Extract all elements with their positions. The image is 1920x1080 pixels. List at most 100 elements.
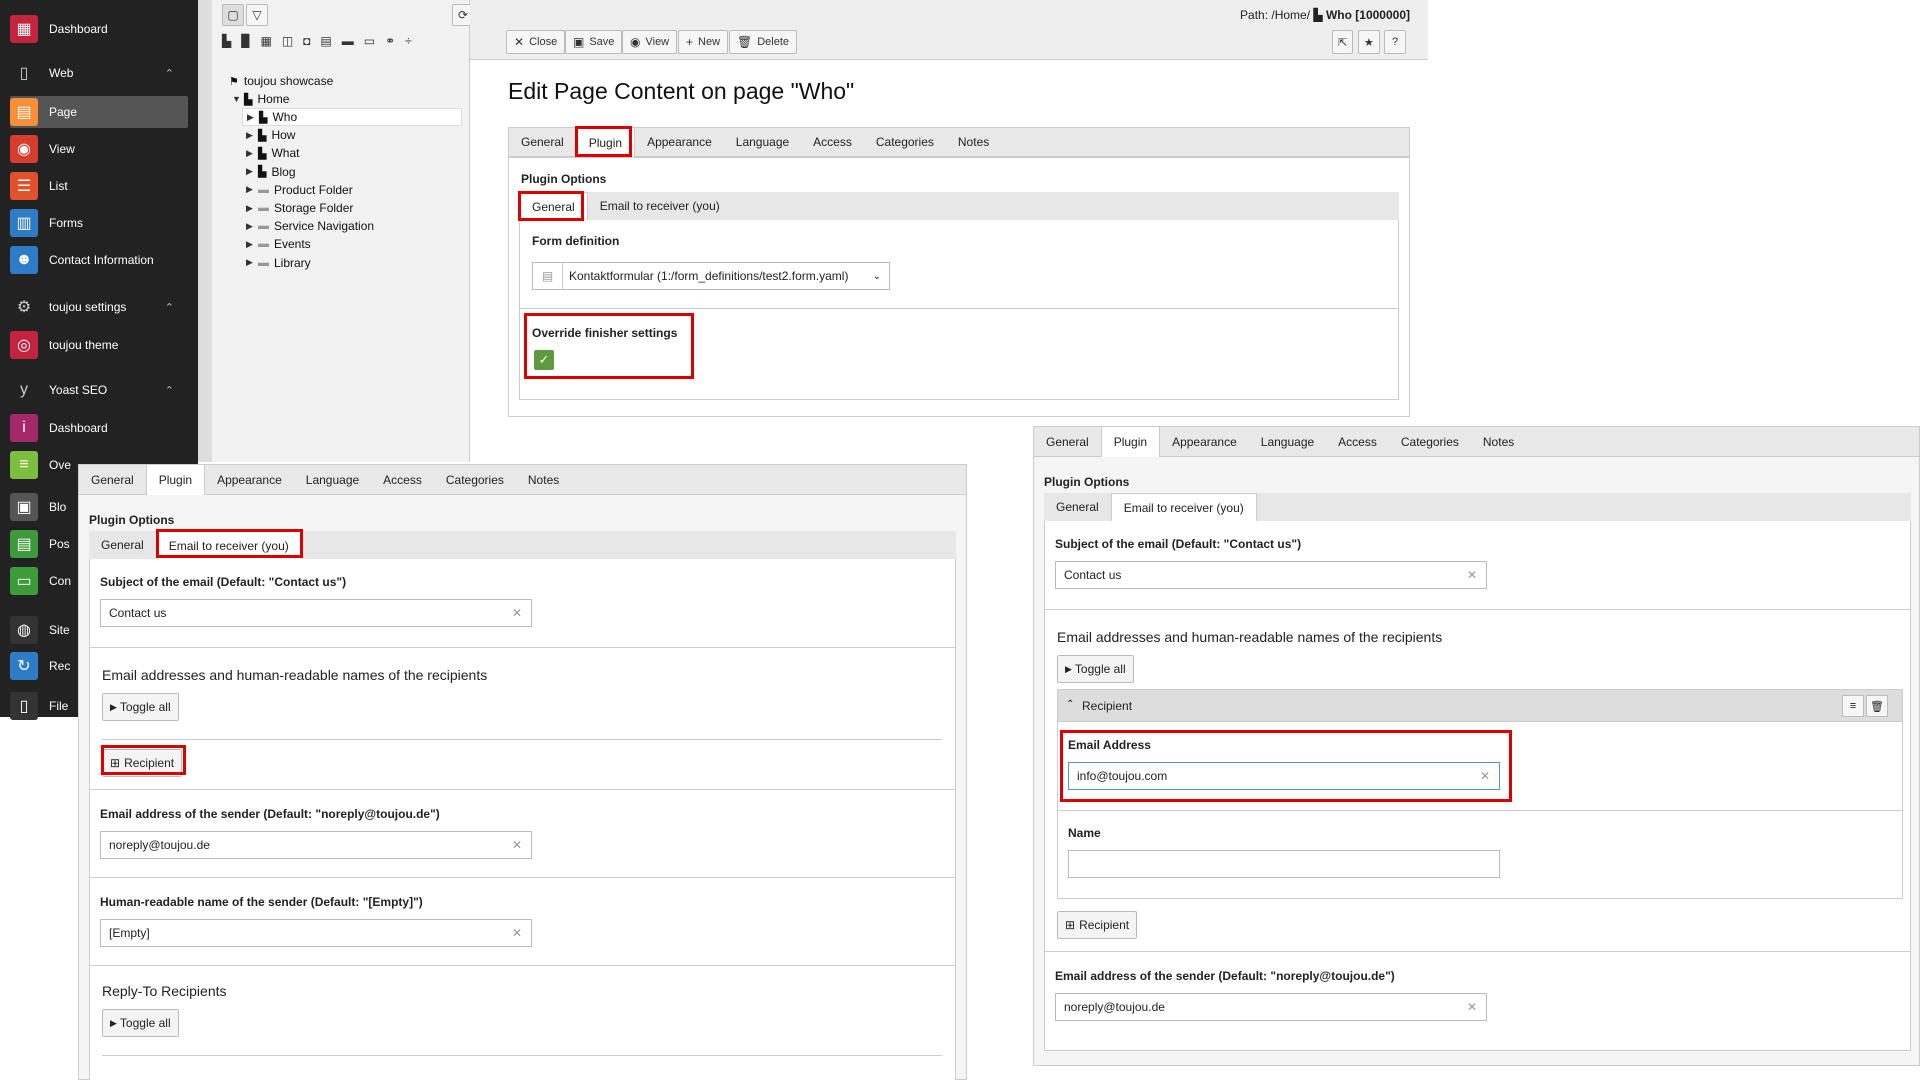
tab-categories[interactable]: Categories [434, 465, 516, 494]
tree-root[interactable]: ⚑ toujou showcase [229, 72, 333, 90]
tab-notes[interactable]: Notes [1471, 427, 1526, 456]
collapsed-icon[interactable]: ▶ [246, 130, 258, 141]
sidebar-item-4[interactable]: ☰ List [10, 170, 188, 202]
collapsed-icon[interactable]: ▶ [246, 184, 258, 195]
toggle-all-button[interactable]: ▶ Toggle all [1057, 655, 1134, 683]
drag-handle-icon[interactable]: ≡ [1842, 695, 1864, 717]
collapsed-icon[interactable]: ▶ [246, 203, 258, 214]
clear-icon[interactable]: ✕ [512, 838, 522, 852]
collapsed-icon[interactable]: ▶ [246, 166, 258, 177]
tab-access[interactable]: Access [801, 128, 864, 156]
tree-node[interactable]: ▶ ▬ Library [246, 254, 311, 272]
tab-categories[interactable]: Categories [864, 128, 946, 156]
chevron-up-icon[interactable]: ⌃ [165, 301, 174, 314]
tab-notes[interactable]: Notes [516, 465, 571, 494]
email-address-input[interactable]: info@toujou.com ✕ [1068, 762, 1500, 790]
spacer-type-icon[interactable]: ◘ [303, 34, 310, 48]
override-finisher-checkbox[interactable]: ✓ [534, 350, 554, 370]
tab-access[interactable]: Access [371, 465, 434, 494]
tab-plugin[interactable]: Plugin [145, 465, 206, 495]
save-button[interactable]: ▣ Save [565, 30, 623, 54]
subtab-general[interactable]: General [89, 531, 156, 559]
tab-language[interactable]: Language [294, 465, 371, 494]
subtab-general[interactable]: General [1044, 493, 1111, 521]
sidebar-item-1[interactable]: ▯ Web ⌃ [10, 59, 188, 87]
collapsed-icon[interactable]: ▶ [247, 112, 259, 123]
tab-notes[interactable]: Notes [946, 128, 1001, 156]
tab-general[interactable]: General [509, 128, 576, 156]
delete-button[interactable]: 🗑 Delete [729, 30, 798, 54]
sidebar-item-7[interactable]: ⚙ toujou settings ⌃ [10, 293, 188, 321]
clear-icon[interactable]: ✕ [1467, 568, 1477, 582]
page-type-icon[interactable]: ▙ [222, 34, 231, 48]
sidebar-item-8[interactable]: ◎ toujou theme [10, 329, 188, 361]
add-recipient-button[interactable]: ⊞ Recipient [102, 749, 183, 777]
tree-node[interactable]: ▶ ▙ Blog [246, 163, 296, 181]
new-button[interactable]: + New [678, 30, 729, 54]
tab-access[interactable]: Access [1326, 427, 1389, 456]
sidebar-item-3[interactable]: ◉ View [10, 133, 188, 165]
tab-plugin[interactable]: Plugin [575, 128, 636, 157]
bookmark-button[interactable]: ★ [1358, 30, 1380, 54]
link-icon[interactable]: ⚭ [385, 34, 395, 48]
filter-icon[interactable]: ▽ [246, 4, 268, 26]
name-input[interactable] [1068, 850, 1500, 878]
link-page-icon[interactable]: ▤ [320, 34, 331, 48]
divider-icon[interactable]: ÷ [405, 34, 412, 48]
subject-input[interactable]: Contact us ✕ [1055, 561, 1487, 589]
open-new-window-button[interactable]: ⇱ [1332, 30, 1354, 54]
subtab-email-receiver[interactable]: Email to receiver (you) [1110, 493, 1257, 521]
clear-icon[interactable]: ✕ [512, 606, 522, 620]
sender-name-input[interactable]: [Empty] ✕ [100, 919, 532, 947]
recipient-header[interactable]: ⌃ Recipient ≡ 🗑 [1058, 690, 1902, 722]
sidebar-item-10[interactable]: i Dashboard [10, 412, 188, 444]
chevron-up-icon[interactable]: ⌃ [165, 67, 174, 80]
collapsed-icon[interactable]: ▶ [246, 257, 258, 268]
collapsed-icon[interactable]: ▶ [246, 221, 258, 232]
tree-node[interactable]: ▶ ▙ How [246, 126, 295, 144]
chevron-up-icon[interactable]: ⌃ [165, 384, 174, 397]
tab-general[interactable]: General [79, 465, 146, 494]
clear-icon[interactable]: ✕ [1480, 769, 1490, 783]
collapsed-icon[interactable]: ▶ [246, 239, 258, 250]
doc-type-icon[interactable]: ▉ [241, 34, 250, 48]
sender-email-input[interactable]: noreply@toujou.de ✕ [100, 831, 532, 859]
subtab-email-receiver[interactable]: Email to receiver (you) [155, 531, 302, 559]
subtab-email-receiver[interactable]: Email to receiver (you) [588, 192, 732, 220]
expanded-icon[interactable]: ▼ [232, 94, 244, 104]
tree-node[interactable]: ▶ ▬ Events [246, 235, 311, 253]
tree-node[interactable]: ▶ ▬ Service Navigation [246, 217, 374, 235]
tab-appearance[interactable]: Appearance [635, 128, 724, 156]
tree-node[interactable]: ▶ ▙ What [246, 144, 299, 162]
tab-general[interactable]: General [1034, 427, 1101, 456]
tab-language[interactable]: Language [724, 128, 801, 156]
collapsed-icon[interactable]: ▶ [246, 148, 258, 159]
tab-categories[interactable]: Categories [1389, 427, 1471, 456]
tab-appearance[interactable]: Appearance [205, 465, 294, 494]
tree-node[interactable]: ▶ ▙ Who [242, 108, 462, 126]
trash-icon[interactable]: 🗑 [1866, 695, 1888, 717]
sidebar-item-5[interactable]: ▥ Forms [10, 207, 188, 239]
clear-icon[interactable]: ✕ [512, 926, 522, 940]
clear-icon[interactable]: ✕ [1467, 1000, 1477, 1014]
chevron-up-icon[interactable]: ⌃ [1066, 699, 1074, 710]
sender-email-input[interactable]: noreply@toujou.de ✕ [1055, 993, 1487, 1021]
view-button[interactable]: ◉ View [622, 30, 678, 54]
subject-input[interactable]: Contact us ✕ [100, 599, 532, 627]
sidebar-item-2[interactable]: ▤ Page [10, 96, 188, 128]
recycler-type-icon[interactable]: ▭ [364, 34, 375, 48]
sidebar-item-9[interactable]: y Yoast SEO ⌃ [10, 376, 188, 404]
select-tool-icon[interactable]: ▢ [222, 4, 244, 26]
tree-node[interactable]: ▶ ▬ Storage Folder [246, 199, 353, 217]
close-button[interactable]: ✕ Close [506, 30, 566, 54]
box-type-icon[interactable]: ◫ [282, 34, 293, 48]
tab-language[interactable]: Language [1249, 427, 1326, 456]
form-definition-select[interactable]: ▤ Kontaktformular (1:/form_definitions/t… [532, 262, 890, 290]
grid-type-icon[interactable]: ▦ [260, 34, 271, 48]
sidebar-scrollbar[interactable] [198, 0, 212, 462]
tab-plugin[interactable]: Plugin [1100, 427, 1161, 457]
tree-node-home[interactable]: ▼ ▙ Home [232, 90, 289, 108]
help-button[interactable]: ? [1384, 30, 1407, 54]
tab-appearance[interactable]: Appearance [1160, 427, 1249, 456]
sidebar-item-0[interactable]: ▦ Dashboard [10, 13, 188, 45]
